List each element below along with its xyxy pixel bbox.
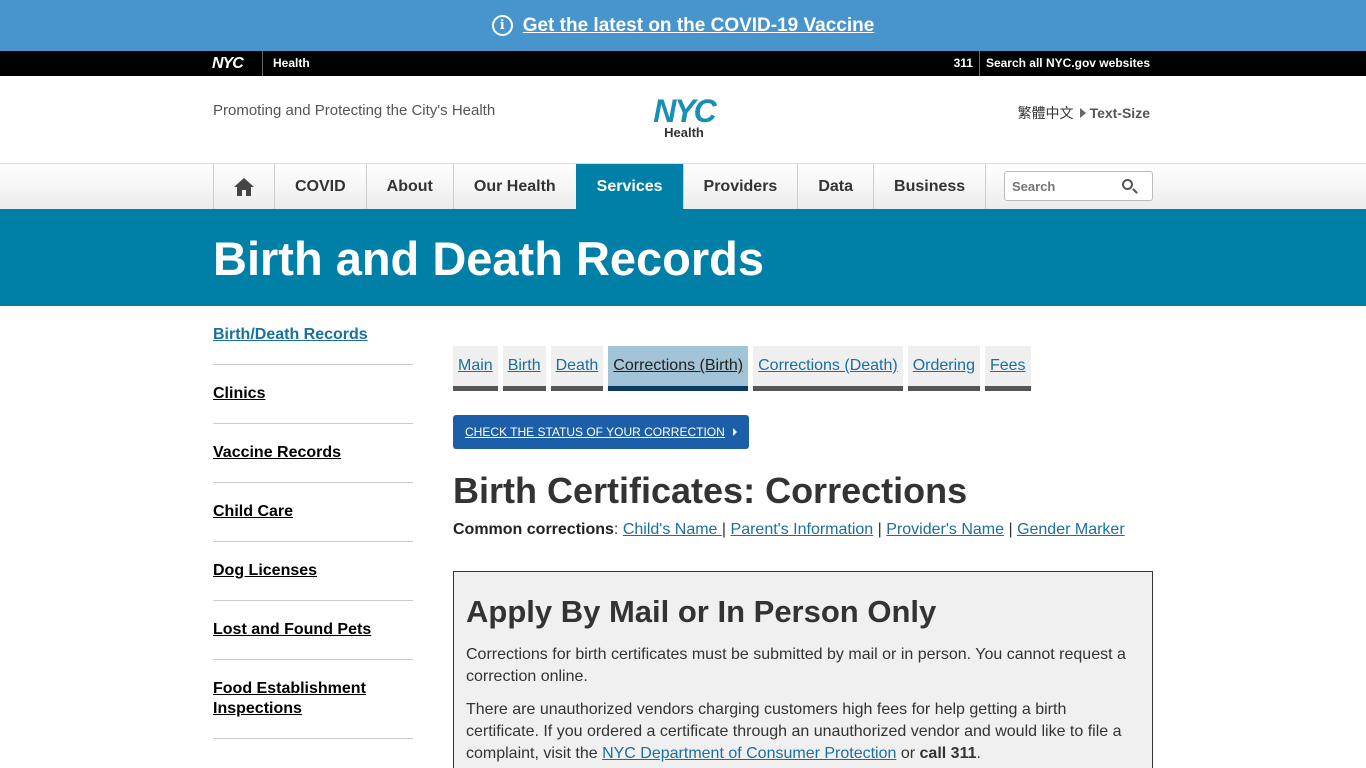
link-311[interactable]: 311 [954,51,973,76]
link-parents-information[interactable]: Parent's Information [731,521,874,538]
nav-our-health[interactable]: Our Health [452,164,576,209]
page-title: Birth and Death Records [213,232,765,285]
language-link[interactable]: 繁體中文 [1018,103,1074,123]
tab-birth: Birth [502,346,546,391]
link-gender-marker[interactable]: Gender Marker [1017,521,1125,538]
nyc-logo-small[interactable]: NYC [212,56,244,72]
sidebar-item-food-inspections: Food Establishment Inspections [213,660,413,739]
sidebar-item-birth-death-records: Birth/Death Records [213,306,413,365]
common-corrections: Common corrections: Child's Name | Paren… [453,521,1125,538]
tab-link[interactable]: Main [458,357,493,375]
tab-main: Main [453,346,498,391]
section-heading: Birth Certificates: Corrections [453,470,968,511]
sidebar-link[interactable]: Dog Licenses [213,562,317,579]
tab-link[interactable]: Death [556,357,599,375]
main-nav: COVID About Our Health Services Provider… [0,164,1366,209]
notice-heading: Apply By Mail or In Person Only [466,594,937,629]
sidebar-item-lost-found-pets: Lost and Found Pets [213,601,413,660]
sidebar-link[interactable]: Child Care [213,503,293,520]
sidebar-item-child-care: Child Care [213,483,413,542]
tab-corrections-birth: Corrections (Birth) [608,346,749,391]
tab-link[interactable]: Corrections (Birth) [613,357,743,375]
common-corrections-label: Common corrections [453,521,614,538]
link-providers-name[interactable]: Provider's Name [886,521,1004,538]
search-input[interactable] [1005,172,1115,200]
sidebar-item-dog-licenses: Dog Licenses [213,542,413,601]
topbar-right: 311 Search all NYC.gov websites [954,51,1150,76]
sidebar-item-vaccine-records: Vaccine Records [213,424,413,483]
search-all-link[interactable]: Search all NYC.gov websites [986,51,1150,76]
nav-home[interactable] [213,164,274,209]
consumer-protection-link[interactable]: NYC Department of Consumer Protection [602,745,896,762]
tab-corrections-death: Corrections (Death) [753,346,903,391]
caret-right-icon [1079,108,1086,118]
notice-text: . [976,745,981,762]
check-status-link[interactable]: CHECK THE STATUS OF YOUR CORRECTION [465,425,725,439]
header-utilities: 繁體中文 Text-Size [1018,103,1150,123]
nav-services[interactable]: Services [575,164,683,209]
sidebar-link[interactable]: Food Establishment Inspections [213,680,366,717]
nav-data[interactable]: Data [797,164,873,209]
nav-business[interactable]: Business [873,164,987,209]
tab-fees: Fees [984,346,1031,391]
agency-link[interactable]: Health [262,51,310,76]
topbar-divider [978,51,980,76]
nav-covid[interactable]: COVID [274,164,366,209]
text-size-button[interactable]: Text-Size [1090,105,1150,121]
nav-about[interactable]: About [365,164,453,209]
notice-paragraph-2: There are unauthorized vendors charging … [466,699,1140,765]
page-banner: Birth and Death Records [0,209,1366,306]
info-icon: i [491,15,513,36]
sidebar: Birth/Death Records Clinics Vaccine Reco… [213,306,413,739]
covid-vaccine-link[interactable]: Get the latest on the COVID-19 Vaccine [523,15,875,37]
tab-link[interactable]: Ordering [913,357,975,375]
notice-box: Apply By Mail or In Person Only Correcti… [453,571,1153,768]
check-status-button[interactable]: CHECK THE STATUS OF YOUR CORRECTION [453,415,749,449]
nyc-health-logo[interactable]: NYC Health [642,93,726,140]
tab-ordering: Ordering [907,346,980,391]
search-box [1004,171,1153,201]
main-content: Main Birth Death Corrections (Birth) Cor… [453,346,1153,768]
logo-nyc-text: NYC [653,93,717,129]
link-childs-name[interactable]: Child's Name [623,521,722,538]
search-icon[interactable] [1122,179,1133,190]
call-311-text: call 311 [919,745,977,762]
covid-alert-banner: i Get the latest on the COVID-19 Vaccine [0,0,1366,51]
sidebar-link[interactable]: Lost and Found Pets [213,621,371,638]
tab-link[interactable]: Fees [990,357,1026,375]
site-header: Promoting and Protecting the City's Heal… [0,76,1366,164]
sidebar-item-clinics: Clinics [213,365,413,424]
home-icon [234,177,254,196]
nyc-gov-topbar: NYC Health 311 Search all NYC.gov websit… [0,51,1366,76]
sidebar-link[interactable]: Clinics [213,385,265,402]
notice-text: or [896,745,920,762]
nav-providers[interactable]: Providers [682,164,798,209]
tagline: Promoting and Protecting the City's Heal… [213,102,496,119]
sidebar-link[interactable]: Vaccine Records [213,444,341,461]
tab-death: Death [550,346,604,391]
notice-paragraph-1: Corrections for birth certificates must … [466,646,1126,685]
tab-link[interactable]: Corrections (Death) [758,357,898,375]
tab-link[interactable]: Birth [508,357,541,375]
caret-right-icon [732,428,737,436]
sidebar-link[interactable]: Birth/Death Records [213,326,368,343]
section-tabs: Main Birth Death Corrections (Birth) Cor… [453,346,1153,391]
